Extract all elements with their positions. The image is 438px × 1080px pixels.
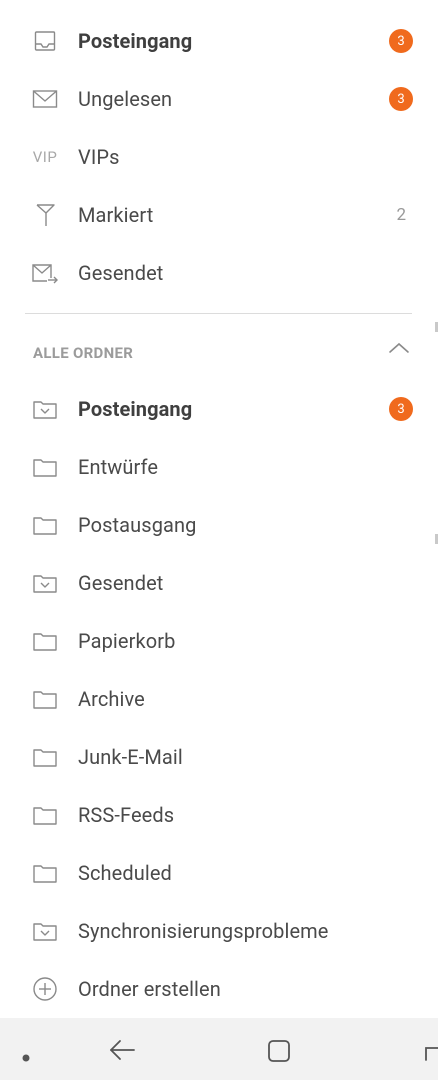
favorite-label: VIPs <box>78 145 120 169</box>
favorite-item-sent[interactable]: Gesendet <box>0 244 438 302</box>
folder-icon <box>30 626 60 656</box>
folder-label: RSS-Feeds <box>78 803 175 827</box>
favorite-label: Gesendet <box>78 261 164 285</box>
folder-label: Archive <box>78 687 145 711</box>
plus-circle-icon <box>30 974 60 1004</box>
create-folder-label: Ordner erstellen <box>78 977 221 1001</box>
folder-inbox-icon <box>30 394 60 424</box>
home-square-icon[interactable] <box>266 1038 292 1068</box>
flag-icon <box>30 200 60 230</box>
unread-badge: 3 <box>389 29 413 53</box>
folder-item-trash[interactable]: Papierkorb <box>0 612 438 670</box>
dot-icon[interactable] <box>22 1047 30 1066</box>
folder-item-junk[interactable]: Junk-E-Mail <box>0 728 438 786</box>
folder-inbox-icon <box>30 916 60 946</box>
folder-icon <box>30 858 60 888</box>
unread-badge: 3 <box>389 397 413 421</box>
vip-icon-text: VIP <box>32 148 58 166</box>
sent-envelope-icon <box>30 258 60 288</box>
favorite-item-flagged[interactable]: Markiert 2 <box>0 186 438 244</box>
folder-item-sync-issues[interactable]: Synchronisierungsprobleme <box>0 902 438 960</box>
favorite-label: Ungelesen <box>78 87 173 111</box>
unread-badge: 3 <box>389 87 413 111</box>
favorite-label: Posteingang <box>78 29 193 53</box>
unread-envelope-icon <box>30 84 60 114</box>
folder-label: Junk-E-Mail <box>78 745 183 769</box>
folder-icon <box>30 452 60 482</box>
folder-item-outbox[interactable]: Postausgang <box>0 496 438 554</box>
navigation-drawer: Posteingang 3 Ungelesen 3 VIP VIPs Marki… <box>0 0 438 1018</box>
flagged-count: 2 <box>396 205 406 225</box>
folder-label: Scheduled <box>78 861 172 885</box>
recents-icon[interactable] <box>424 1044 438 1066</box>
folder-item-rss[interactable]: RSS-Feeds <box>0 786 438 844</box>
inbox-icon <box>30 26 60 56</box>
folder-label: Postausgang <box>78 513 197 537</box>
folder-item-archive[interactable]: Archive <box>0 670 438 728</box>
folder-label: Papierkorb <box>78 629 176 653</box>
folder-label: Entwürfe <box>78 455 159 479</box>
folder-icon <box>30 684 60 714</box>
favorite-item-vips[interactable]: VIP VIPs <box>0 128 438 186</box>
folder-label: Synchronisierungsprobleme <box>78 919 329 943</box>
back-arrow-icon[interactable] <box>108 1038 136 1066</box>
create-folder-button[interactable]: Ordner erstellen <box>0 960 438 1018</box>
folder-item-inbox[interactable]: Posteingang 3 <box>0 380 438 438</box>
system-navigation-bar <box>0 1018 438 1080</box>
favorite-item-unread[interactable]: Ungelesen 3 <box>0 70 438 128</box>
folder-icon <box>30 742 60 772</box>
folder-icon <box>30 800 60 830</box>
favorite-item-inbox[interactable]: Posteingang 3 <box>0 12 438 70</box>
section-divider <box>25 313 412 314</box>
vip-icon: VIP <box>30 142 60 172</box>
all-folders-header: ALLE ORDNER <box>33 344 134 362</box>
folder-item-scheduled[interactable]: Scheduled <box>0 844 438 902</box>
favorite-label: Markiert <box>78 203 154 227</box>
folder-inbox-icon <box>30 568 60 598</box>
folder-icon <box>30 510 60 540</box>
folder-item-drafts[interactable]: Entwürfe <box>0 438 438 496</box>
folder-label: Gesendet <box>78 571 164 595</box>
chevron-up-icon[interactable] <box>388 340 410 356</box>
folder-item-sent[interactable]: Gesendet <box>0 554 438 612</box>
folder-label: Posteingang <box>78 397 193 421</box>
